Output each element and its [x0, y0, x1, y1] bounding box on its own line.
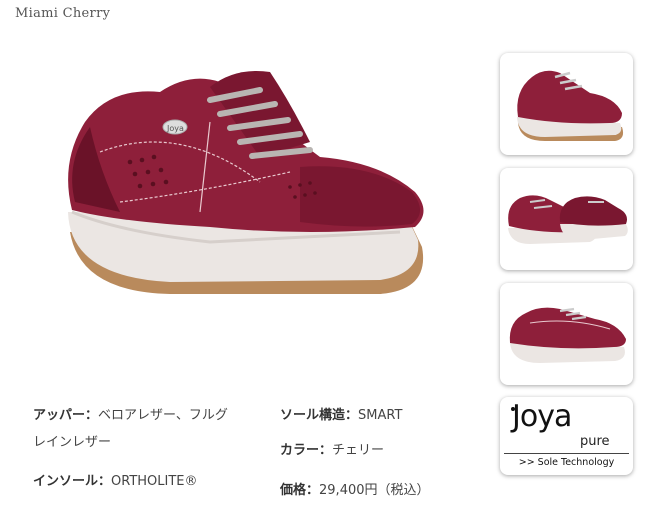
logo-divider	[504, 453, 629, 454]
spec-upper-value-2: レインレザー	[33, 435, 112, 450]
logo-tagline: >> Sole Technology	[518, 457, 615, 468]
spec-price-value: 29,400円（税込）	[319, 483, 430, 498]
spec-upper-value-1: ベロアレザー、フルグ	[98, 408, 228, 423]
svg-text:Joya: Joya	[166, 124, 184, 133]
spec-upper: アッパー：ベロアレザー、フルグ レインレザー	[33, 402, 258, 456]
thumbnail-pair-view[interactable]	[500, 168, 633, 270]
spec-color-value: チェリー	[332, 443, 385, 458]
spec-upper-key: アッパー：	[33, 408, 99, 423]
spec-sole-value: SMART	[358, 408, 403, 423]
spec-price-key: 価格：	[280, 483, 320, 498]
joya-logo: Joya pure >> Sole Technology	[500, 397, 633, 475]
product-title: Miami Cherry	[15, 6, 111, 21]
spec-price: 価格：29,400円（税込）	[280, 477, 430, 504]
spec-insole: インソール：ORTHOLITE®	[33, 468, 198, 495]
thumbnail-side-view[interactable]	[500, 53, 633, 155]
spec-insole-key: インソール：	[33, 474, 112, 489]
spec-sole-key: ソール構造：	[280, 408, 359, 423]
main-shoe-image: Joya	[68, 71, 424, 294]
spec-sole: ソール構造：SMART	[280, 402, 402, 429]
logo-sub: pure	[580, 434, 610, 449]
spec-color: カラー：チェリー	[280, 437, 384, 464]
thumbnail-outer-side-view[interactable]	[500, 283, 633, 385]
spec-color-key: カラー：	[280, 443, 333, 458]
logo-word: Joya	[512, 399, 572, 434]
spec-insole-value: ORTHOLITE®	[111, 474, 198, 489]
